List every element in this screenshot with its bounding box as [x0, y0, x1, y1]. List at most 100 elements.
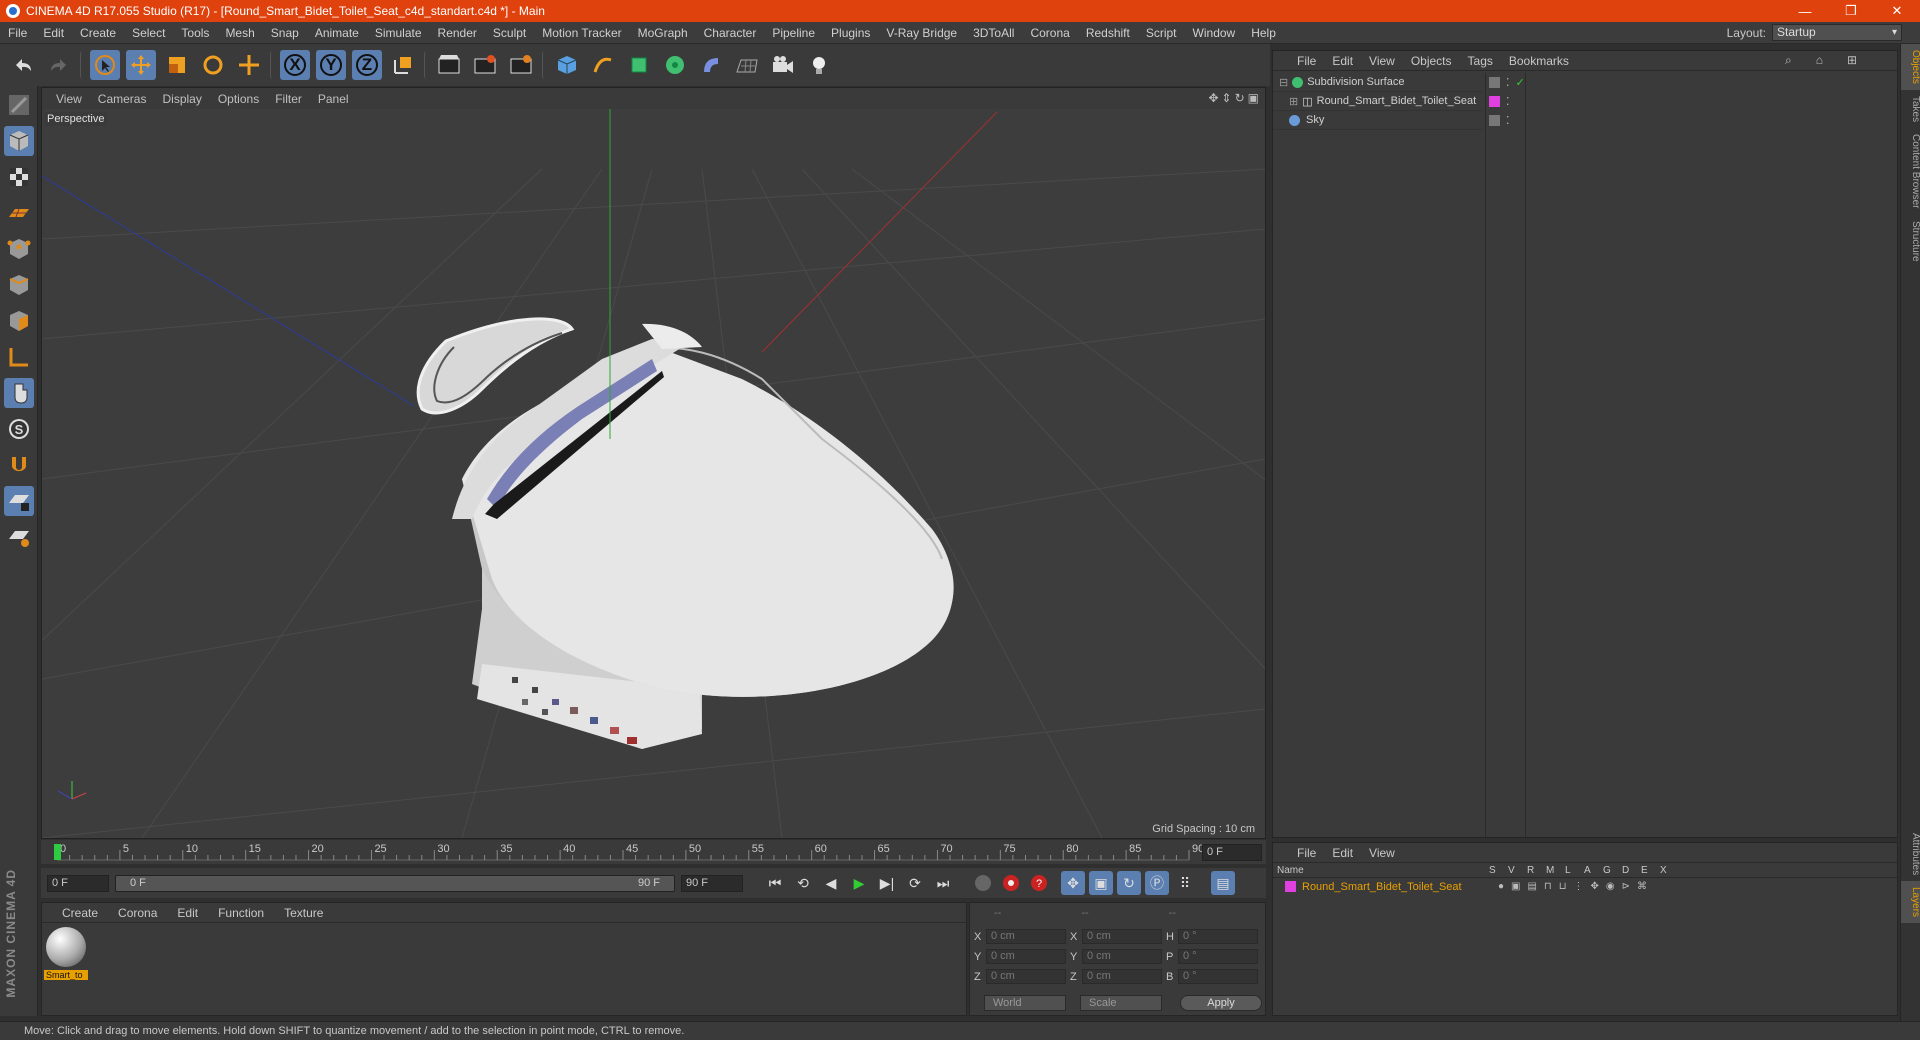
viewport-maximize-icon[interactable]: ▣ [1248, 91, 1259, 105]
coordinate-space-dropdown[interactable]: World [984, 995, 1066, 1011]
objects-menu-edit[interactable]: Edit [1332, 54, 1353, 68]
start-frame-field[interactable]: 0 F [47, 874, 109, 892]
menu-pipeline[interactable]: Pipeline [764, 26, 823, 40]
record-keys-icon[interactable] [971, 871, 995, 895]
viewport-menu-display[interactable]: Display [162, 92, 201, 106]
mograph-cloner-icon[interactable] [660, 50, 690, 80]
menu-redshift[interactable]: Redshift [1078, 26, 1138, 40]
make-editable-icon[interactable] [4, 90, 34, 120]
menu-snap[interactable]: Snap [263, 26, 307, 40]
previous-frame-icon[interactable]: ◀ [819, 871, 843, 895]
material-menu-create[interactable]: Create [62, 906, 98, 920]
menu-3dtoall[interactable]: 3DToAll [965, 26, 1022, 40]
layers-menu-file[interactable]: File [1297, 846, 1316, 860]
viewport-menu-view[interactable]: View [56, 92, 82, 106]
close-button[interactable]: ✕ [1874, 0, 1920, 22]
render-view-icon[interactable] [434, 50, 464, 80]
polygons-mode-icon[interactable] [4, 306, 34, 336]
key-parameter-icon[interactable]: Ⓟ [1145, 871, 1169, 895]
tab-layers[interactable]: Layers [1901, 881, 1920, 924]
menu-file[interactable]: File [0, 26, 35, 40]
previous-key-icon[interactable]: ⟲ [791, 871, 815, 895]
visibility-dots-icon[interactable]: ⁚ [1506, 114, 1510, 127]
key-position-icon[interactable]: ✥ [1061, 871, 1085, 895]
layer-color-swatch[interactable] [1285, 881, 1296, 892]
minimize-button[interactable]: — [1782, 0, 1828, 22]
menu-vray-bridge[interactable]: V-Ray Bridge [878, 26, 965, 40]
light-object-icon[interactable] [804, 50, 834, 80]
menu-character[interactable]: Character [696, 26, 765, 40]
keyframe-selection-icon[interactable]: ? [1027, 871, 1051, 895]
object-row-sky[interactable]: Sky [1273, 111, 1483, 130]
objects-menu-bookmarks[interactable]: Bookmarks [1509, 54, 1569, 68]
rotation-h-field[interactable]: 0 ° [1178, 929, 1258, 944]
key-scale-icon[interactable]: ▣ [1089, 871, 1113, 895]
viewport-pan-icon[interactable]: ✥ [1208, 91, 1218, 105]
new-view-icon[interactable]: ⊞ [1847, 53, 1857, 68]
viewport-menu-options[interactable]: Options [218, 92, 259, 106]
menu-sculpt[interactable]: Sculpt [485, 26, 534, 40]
x-axis-lock-icon[interactable]: X [280, 50, 310, 80]
menu-mograph[interactable]: MoGraph [630, 26, 696, 40]
tab-content-browser[interactable]: Content Browser [1901, 128, 1920, 214]
playhead-marker[interactable] [54, 844, 61, 860]
locked-workplane-icon[interactable] [3, 486, 34, 516]
frame-range-slider[interactable]: 0 F 90 F [115, 874, 675, 892]
layer-swatch[interactable] [1489, 77, 1500, 88]
enabled-check-icon[interactable]: ✓ [1516, 76, 1525, 89]
layers-menu-view[interactable]: View [1369, 846, 1395, 860]
material-menu-texture[interactable]: Texture [284, 906, 323, 920]
layer-flag-icons[interactable]: ●▣▤⊓⊔⋮✥◉⊳⌘ [1498, 881, 1654, 892]
redo-icon[interactable] [44, 50, 74, 80]
menu-motion-tracker[interactable]: Motion Tracker [534, 26, 629, 40]
timeline-window-icon[interactable]: ▤ [1211, 871, 1235, 895]
objects-menu-view[interactable]: View [1369, 54, 1395, 68]
apply-button[interactable]: Apply [1180, 995, 1262, 1011]
points-mode-icon[interactable] [4, 234, 34, 264]
size-y-field[interactable]: 0 cm [1082, 949, 1162, 964]
material-menu-function[interactable]: Function [218, 906, 264, 920]
end-frame-field[interactable]: 90 F [681, 874, 743, 892]
visibility-dots-icon[interactable]: ⁚ [1506, 95, 1510, 108]
menu-plugins[interactable]: Plugins [823, 26, 878, 40]
viewport-menu-panel[interactable]: Panel [318, 92, 349, 106]
material-menu-corona[interactable]: Corona [118, 906, 157, 920]
object-row-subdivision-surface[interactable]: ⊟ Subdivision Surface [1273, 73, 1483, 92]
menu-help[interactable]: Help [1243, 26, 1284, 40]
objects-menu-file[interactable]: File [1297, 54, 1316, 68]
workplane-mode-icon[interactable] [4, 198, 34, 228]
search-icon[interactable]: ⌕ [1785, 53, 1792, 68]
menu-window[interactable]: Window [1185, 26, 1244, 40]
viewport-rotate-icon[interactable]: ↻ [1235, 91, 1245, 105]
object-row-toilet-seat[interactable]: ⊞ ◫ Round_Smart_Bidet_Toilet_Seat [1273, 92, 1483, 111]
collapse-icon[interactable]: ⊟ [1279, 76, 1288, 89]
home-icon[interactable]: ⌂ [1816, 53, 1823, 68]
axis-mode-icon[interactable] [4, 342, 34, 372]
menu-simulate[interactable]: Simulate [367, 26, 430, 40]
position-y-field[interactable]: 0 cm [986, 949, 1066, 964]
material-swatch[interactable]: Smart_to [44, 927, 88, 987]
menu-tools[interactable]: Tools [173, 26, 217, 40]
coordinate-system-icon[interactable] [388, 50, 418, 80]
next-frame-icon[interactable]: ▶| [875, 871, 899, 895]
edges-mode-icon[interactable] [4, 270, 34, 300]
menu-select[interactable]: Select [124, 26, 173, 40]
position-z-field[interactable]: 0 cm [986, 969, 1066, 984]
rotate-tool-icon[interactable] [198, 50, 228, 80]
layout-select[interactable]: Startup [1772, 24, 1902, 41]
layer-row[interactable]: Round_Smart_Bidet_Toilet_Seat ●▣▤⊓⊔⋮✥◉⊳⌘ [1273, 878, 1897, 895]
render-to-picture-viewer-icon[interactable] [470, 50, 500, 80]
menu-animate[interactable]: Animate [307, 26, 367, 40]
key-rotation-icon[interactable]: ↻ [1117, 871, 1141, 895]
spline-pen-icon[interactable] [588, 50, 618, 80]
visibility-dots-icon[interactable]: ⁚ [1506, 76, 1510, 89]
menu-edit[interactable]: Edit [35, 26, 72, 40]
camera-label[interactable]: Perspective [44, 112, 108, 126]
autokey-icon[interactable] [999, 871, 1023, 895]
texture-mode-icon[interactable] [4, 162, 34, 192]
move-tool-icon[interactable] [126, 50, 156, 80]
render-settings-icon[interactable] [506, 50, 536, 80]
size-x-field[interactable]: 0 cm [1082, 929, 1162, 944]
next-key-icon[interactable]: ⟳ [903, 871, 927, 895]
layer-swatch[interactable] [1489, 115, 1500, 126]
